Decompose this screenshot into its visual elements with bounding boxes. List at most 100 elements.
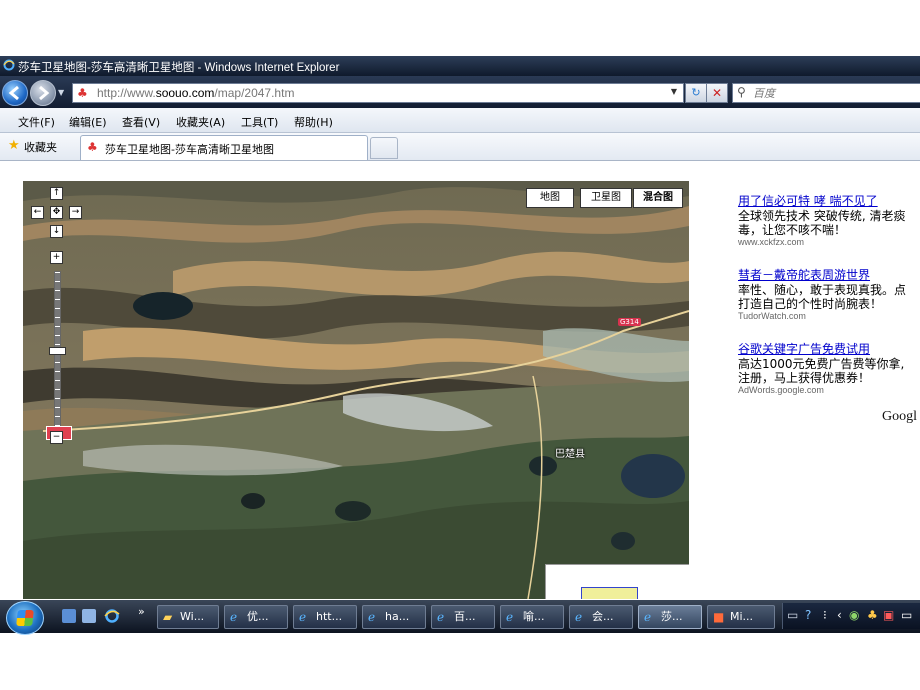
ad-headline-link[interactable]: 用了信必可特 哮 喘不见了 xyxy=(738,192,905,209)
map-type-map-button[interactable]: 地图 xyxy=(526,188,574,208)
window-title: 莎车卫星地图-莎车高清晰卫星地图 - Windows Internet Expl… xyxy=(18,62,340,74)
ad-block-1: 用了信必可特 哮 喘不见了 全球领先技术 突破传统, 清老痰 毒，让您不咳不喘！… xyxy=(738,192,905,247)
ad-url[interactable]: AdWords.google.com xyxy=(738,385,904,395)
address-dropdown-icon[interactable]: ▼ xyxy=(671,87,677,96)
ad-block-3: 谷歌关键字广告免费试用 高达1000元免费广告费等你拿, 注册，马上获得优惠券！… xyxy=(738,340,904,395)
menu-favorites[interactable]: 收藏夹(A) xyxy=(176,114,225,130)
alert-icon[interactable]: ▣ xyxy=(883,608,894,622)
ie-icon: ℯ xyxy=(230,610,238,624)
ad-body-line: 打造自己的个性时尚腕表！ xyxy=(738,297,883,311)
pan-center-button[interactable]: ✥ xyxy=(50,206,63,219)
town-label: 巴楚县 xyxy=(555,449,585,460)
folder-icon: ▰ xyxy=(163,610,173,624)
ie-icon: ℯ xyxy=(644,610,652,624)
taskbar-item[interactable]: ℯ 喻... xyxy=(500,605,564,629)
windows-logo-icon xyxy=(16,610,34,626)
ie-icon: ℯ xyxy=(299,610,307,624)
ad-body-line: 全球领先技术 突破传统, 清老痰 xyxy=(738,209,906,223)
ad-url[interactable]: TudorWatch.com xyxy=(738,311,906,321)
taskbar-item[interactable]: ℯ 百... xyxy=(431,605,495,629)
ad-headline-link[interactable]: 彗者－戴帝舵表周游世界 xyxy=(738,266,906,283)
search-input[interactable] xyxy=(751,85,920,101)
window-titlebar[interactable]: 莎车卫星地图-莎车高清晰卫星地图 - Windows Internet Expl… xyxy=(0,56,920,76)
menu-tools[interactable]: 工具(T) xyxy=(241,114,278,130)
show-hidden-icons-icon[interactable]: ‹ xyxy=(837,608,842,622)
road-label-g314: G314 xyxy=(618,318,641,326)
menu-view[interactable]: 查看(V) xyxy=(122,114,160,130)
ad-body-line: 率性、随心，敢于表现真我。点 xyxy=(738,283,907,297)
taskbar-item[interactable]: ℯ ha... xyxy=(362,605,426,629)
powerpoint-icon: ■ xyxy=(713,610,725,624)
navigation-bar: ▼ ♣ http://www.soouo.com/map/2047.htm ▼ … xyxy=(0,76,920,108)
new-tab-button[interactable] xyxy=(370,137,398,159)
site-favicon-icon: ♣ xyxy=(77,86,88,100)
pan-up-button[interactable]: ↑ xyxy=(50,187,63,200)
switch-windows-icon[interactable] xyxy=(82,609,96,623)
zoom-in-button[interactable]: + xyxy=(50,251,63,264)
search-box[interactable]: ⚲ xyxy=(732,83,920,103)
zoom-slider-thumb[interactable] xyxy=(49,347,66,355)
taskbar-item[interactable]: ▰ Wi... xyxy=(157,605,219,629)
satellite-imagery xyxy=(23,181,689,599)
ie-icon xyxy=(3,59,15,71)
network-icon[interactable]: ⁝ xyxy=(823,608,827,622)
ad-block-2: 彗者－戴帝舵表周游世界 率性、随心，敢于表现真我。点 打造自己的个性时尚腕表！ … xyxy=(738,266,906,321)
start-button[interactable] xyxy=(6,601,44,635)
taskbar-item[interactable]: ℯ 会... xyxy=(569,605,633,629)
ie-quicklaunch-icon[interactable] xyxy=(104,608,120,624)
show-desktop-icon[interactable] xyxy=(62,609,76,623)
ie-icon: ℯ xyxy=(506,610,514,624)
keyboard-icon[interactable]: ▭ xyxy=(787,608,798,622)
help-icon[interactable]: ? xyxy=(805,608,811,622)
map-type-hybrid-button[interactable]: 混合图 xyxy=(633,188,683,208)
stop-button[interactable]: ✕ xyxy=(706,83,728,103)
system-tray: ▭ ? ⁝ ‹ ◉ ♣ ▣ ▭ xyxy=(782,603,920,629)
satellite-map[interactable]: ↑ ← ✥ → ↓ + − 地图 卫星图 混合图 G314 巴楚县 xyxy=(23,181,689,599)
stop-icon: ✕ xyxy=(711,86,723,100)
overview-minimap[interactable] xyxy=(545,564,689,599)
menu-help[interactable]: 帮助(H) xyxy=(294,114,333,130)
ie-icon: ℯ xyxy=(437,610,445,624)
pan-down-button[interactable]: ↓ xyxy=(50,225,63,238)
menu-file[interactable]: 文件(F) xyxy=(18,114,55,130)
menu-edit[interactable]: 编辑(E) xyxy=(69,114,107,130)
address-bar[interactable]: ♣ http://www.soouo.com/map/2047.htm ▼ xyxy=(72,83,684,103)
taskbar-item[interactable]: ℯ 优... xyxy=(224,605,288,629)
menu-bar: 文件(F) 编辑(E) 查看(V) 收藏夹(A) 工具(T) 帮助(H) xyxy=(0,108,920,133)
address-url[interactable]: http://www.soouo.com/map/2047.htm xyxy=(97,86,294,100)
google-ads-label[interactable]: Googl xyxy=(882,409,917,425)
favorites-bar: ★ 收藏夹 ♣ 莎车卫星地图-莎车高清晰卫星地图 xyxy=(0,133,920,161)
taskbar: » ▰ Wi... ℯ 优... ℯ htt... ℯ ha... ℯ 百... ℯ 喻..… xyxy=(0,600,920,635)
minimap-viewport[interactable] xyxy=(581,587,638,599)
ie-icon: ℯ xyxy=(575,610,583,624)
forward-button[interactable] xyxy=(30,80,56,106)
search-icon: ⚲ xyxy=(737,85,746,99)
security-icon[interactable]: ♣ xyxy=(867,608,878,622)
ad-url[interactable]: www.xckfzx.com xyxy=(738,237,905,247)
refresh-button[interactable]: ↻ xyxy=(685,83,707,103)
pan-left-button[interactable]: ← xyxy=(31,206,44,219)
back-arrow-icon xyxy=(8,85,19,101)
back-button[interactable] xyxy=(2,80,28,106)
map-type-satellite-button[interactable]: 卫星图 xyxy=(580,188,632,208)
favorites-star-icon[interactable]: ★ xyxy=(8,138,20,153)
recent-pages-dropdown-icon[interactable]: ▼ xyxy=(58,88,64,97)
quicklaunch-more-button[interactable]: » xyxy=(138,605,145,618)
app-tray-icon[interactable]: ◉ xyxy=(849,608,859,622)
ad-body-line: 注册，马上获得优惠券！ xyxy=(738,371,871,385)
taskbar-item[interactable]: ■ Mi... xyxy=(707,605,775,629)
zoom-out-button[interactable]: − xyxy=(50,431,63,444)
tab-favicon-icon: ♣ xyxy=(87,140,98,154)
favorites-button[interactable]: 收藏夹 xyxy=(24,139,57,155)
ie-icon: ℯ xyxy=(368,610,376,624)
taskbar-item-active[interactable]: ℯ 莎... xyxy=(638,605,702,629)
tab-active[interactable]: ♣ 莎车卫星地图-莎车高清晰卫星地图 xyxy=(80,135,368,160)
monitor-icon[interactable]: ▭ xyxy=(901,608,912,622)
ad-body-line: 高达1000元免费广告费等你拿, xyxy=(738,357,905,371)
pan-right-button[interactable]: → xyxy=(69,206,82,219)
forward-arrow-icon xyxy=(39,85,50,101)
ad-headline-link[interactable]: 谷歌关键字广告免费试用 xyxy=(738,340,904,357)
ad-body-line: 毒，让您不咳不喘！ xyxy=(738,223,847,237)
taskbar-item[interactable]: ℯ htt... xyxy=(293,605,357,629)
refresh-icon: ↻ xyxy=(691,86,701,99)
